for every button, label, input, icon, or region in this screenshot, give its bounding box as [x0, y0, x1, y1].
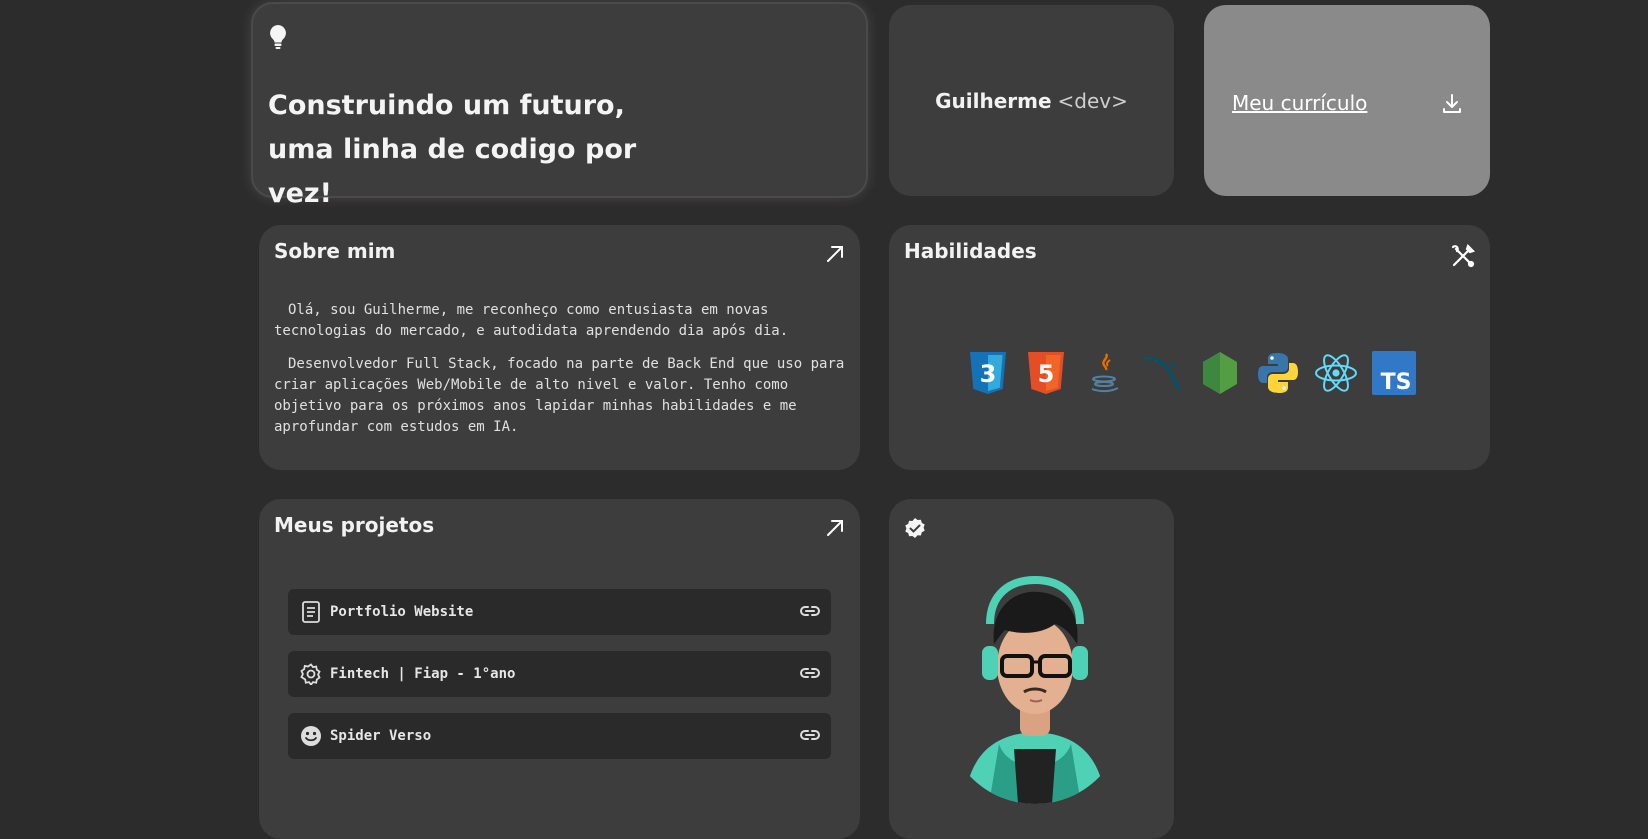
- java-icon: [1081, 350, 1127, 396]
- projects-list: Portfolio Website Fintech | Fiap - 1°ano…: [288, 589, 831, 775]
- projects-card: Meus projetos Portfolio Website Fintech …: [259, 499, 860, 839]
- cv-link[interactable]: Meu currículo: [1232, 91, 1367, 115]
- typescript-icon: TS: [1371, 350, 1417, 396]
- tools-icon: [1450, 243, 1476, 273]
- name-text: Guilherme: [935, 88, 1052, 113]
- react-icon: [1313, 350, 1359, 396]
- avatar-card: [889, 499, 1174, 839]
- document-icon: [300, 601, 322, 623]
- skills-title: Habilidades: [904, 239, 1037, 263]
- about-card: Sobre mim Olá, sou Guilherme, me reconhe…: [259, 225, 860, 470]
- svg-text:3: 3: [980, 360, 997, 388]
- avatar: [944, 574, 1126, 804]
- svg-text:TS: TS: [1381, 370, 1412, 395]
- hero-title: Construindo um futuro, uma linha de codi…: [268, 90, 637, 209]
- about-text: Olá, sou Guilherme, me reconheço como en…: [274, 300, 854, 450]
- link-icon[interactable]: [799, 727, 821, 747]
- verified-badge-icon: [903, 517, 927, 545]
- about-paragraph: Desenvolvedor Full Stack, focado na part…: [274, 356, 845, 435]
- smiley-icon: [300, 725, 322, 747]
- nodejs-icon: [1197, 350, 1243, 396]
- name-card: Guilherme <dev>: [889, 5, 1174, 196]
- link-icon[interactable]: [799, 603, 821, 623]
- link-icon[interactable]: [799, 665, 821, 685]
- mysql-icon: [1139, 350, 1185, 396]
- hero-card: Construindo um futuro, uma linha de codi…: [251, 2, 868, 209]
- projects-title: Meus projetos: [274, 513, 435, 537]
- project-item[interactable]: Spider Verso: [288, 713, 831, 759]
- about-title: Sobre mim: [274, 239, 396, 263]
- project-label: Portfolio Website: [330, 604, 474, 620]
- cv-card[interactable]: Meu currículo: [1204, 5, 1490, 196]
- css3-icon: 3: [965, 350, 1011, 396]
- project-label: Spider Verso: [330, 728, 432, 744]
- svg-text:5: 5: [1038, 360, 1055, 388]
- skills-icons: 3 5 TS: [965, 350, 1417, 396]
- html5-icon: 5: [1023, 350, 1069, 396]
- project-item[interactable]: Fintech | Fiap - 1°ano: [288, 651, 831, 697]
- lightbulb-icon: [268, 24, 288, 54]
- arrow-up-right-icon[interactable]: [824, 517, 846, 543]
- dev-tag: <dev>: [1057, 88, 1128, 113]
- download-icon[interactable]: [1440, 92, 1464, 120]
- python-icon: [1255, 350, 1301, 396]
- project-item[interactable]: Portfolio Website: [288, 589, 831, 635]
- skills-card: Habilidades 3 5 TS: [889, 225, 1490, 470]
- gear-icon: [300, 663, 322, 685]
- arrow-up-right-icon[interactable]: [824, 243, 846, 269]
- about-paragraph: Olá, sou Guilherme, me reconheço como en…: [274, 302, 789, 339]
- project-label: Fintech | Fiap - 1°ano: [330, 666, 516, 682]
